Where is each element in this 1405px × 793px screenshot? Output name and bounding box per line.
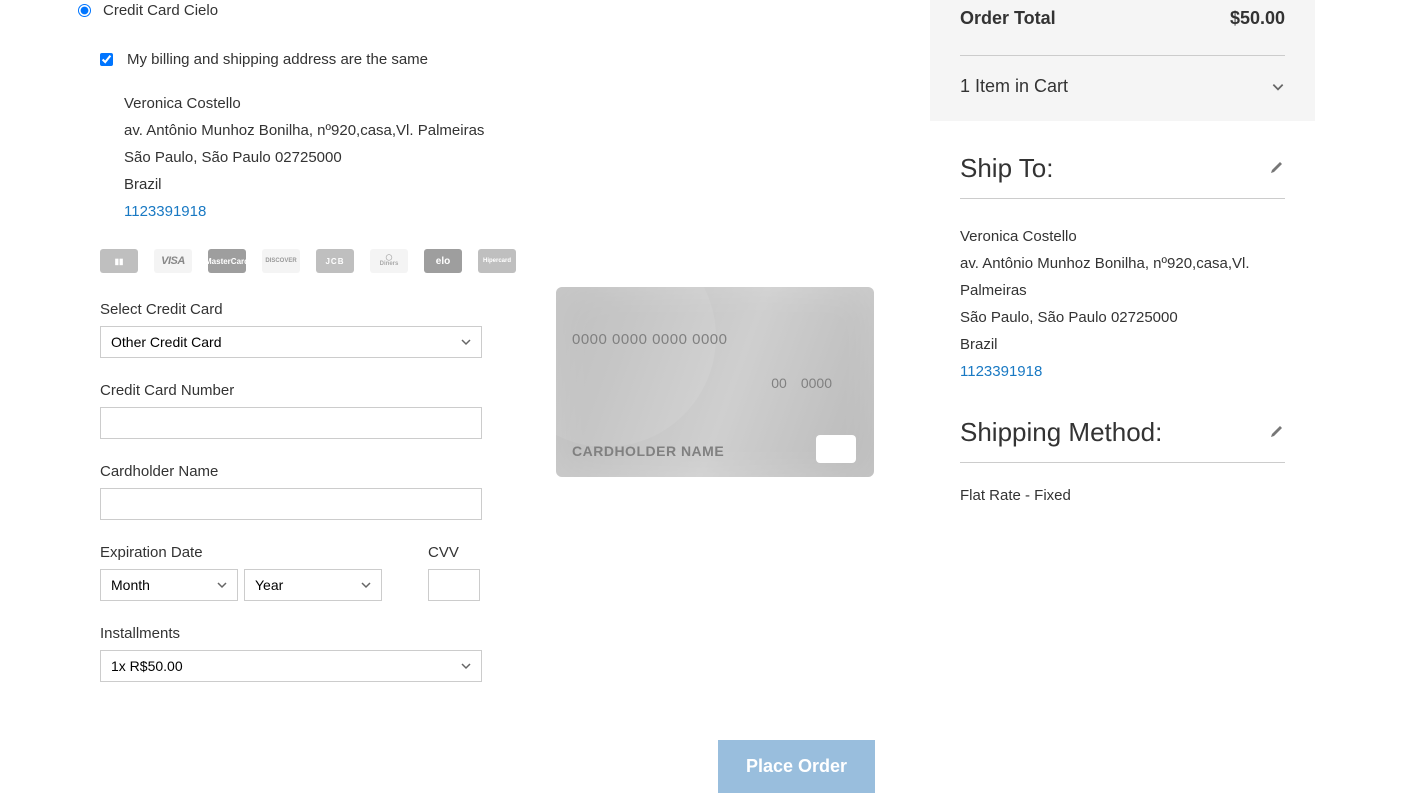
discover-icon: DISCOVER	[262, 249, 300, 273]
pencil-icon	[1269, 159, 1285, 175]
billing-same-label: My billing and shipping address are the …	[127, 51, 428, 68]
edit-shipping-method-button[interactable]	[1269, 423, 1285, 442]
elo-icon: elo	[424, 249, 462, 273]
ship-country: Brazil	[960, 331, 1285, 358]
hipercard-icon: Hipercard	[478, 249, 516, 273]
cardholder-input[interactable]	[100, 488, 482, 520]
card-preview-number: 0000 0000 0000 0000	[572, 331, 727, 348]
installments-dropdown[interactable]: 1x R$50.00	[100, 650, 482, 682]
billing-street: av. Antônio Munhoz Bonilha, nº920,casa,V…	[124, 117, 905, 144]
card-preview-name: CARDHOLDER NAME	[572, 443, 724, 459]
billing-city: São Paulo, São Paulo 02725000	[124, 144, 905, 171]
place-order-button[interactable]: Place Order	[718, 740, 875, 793]
card-preview-exp-yyyy: 0000	[801, 375, 832, 391]
order-total-label: Order Total	[960, 8, 1056, 29]
payment-method-label: Credit Card Cielo	[103, 2, 218, 19]
billing-name: Veronica Costello	[124, 90, 905, 117]
cart-items-label: 1 Item in Cart	[960, 76, 1068, 97]
cart-items-toggle[interactable]: 1 Item in Cart	[960, 55, 1285, 97]
jcb-icon: JCB	[316, 249, 354, 273]
cardholder-label: Cardholder Name	[100, 463, 482, 480]
card-preview-chip	[816, 435, 856, 463]
billing-same-checkbox[interactable]	[100, 53, 113, 66]
card-preview: 0000 0000 0000 0000 00 0000 CARDHOLDER N…	[556, 287, 874, 477]
shipping-method-value: Flat Rate - Fixed	[960, 463, 1285, 504]
exp-year-dropdown[interactable]: Year	[244, 569, 382, 601]
ship-to-heading: Ship To:	[960, 153, 1053, 184]
amex-icon: ▮▮	[100, 249, 138, 273]
chevron-down-icon	[1271, 80, 1285, 94]
payment-method-radio[interactable]	[78, 4, 91, 17]
billing-phone[interactable]: 1123391918	[124, 198, 905, 225]
ship-name: Veronica Costello	[960, 223, 1285, 250]
billing-address: Veronica Costello av. Antônio Munhoz Bon…	[124, 90, 905, 225]
mastercard-icon: MasterCard	[208, 249, 246, 273]
shipping-method-heading: Shipping Method:	[960, 417, 1162, 448]
billing-country: Brazil	[124, 171, 905, 198]
select-card-dropdown[interactable]: Other Credit Card	[100, 326, 482, 358]
select-card-label: Select Credit Card	[100, 301, 482, 318]
exp-label: Expiration Date	[100, 544, 382, 561]
ship-to-address: Veronica Costello av. Antônio Munhoz Bon…	[960, 199, 1285, 385]
ship-street: av. Antônio Munhoz Bonilha, nº920,casa,V…	[960, 250, 1285, 304]
cc-number-input[interactable]	[100, 407, 482, 439]
cvv-input[interactable]	[428, 569, 480, 601]
order-summary-box: Order Total $50.00 1 Item in Cart	[930, 0, 1315, 121]
visa-icon: VISA	[154, 249, 192, 273]
ship-phone[interactable]: 1123391918	[960, 358, 1285, 385]
exp-month-dropdown[interactable]: Month	[100, 569, 238, 601]
cc-number-label: Credit Card Number	[100, 382, 482, 399]
card-brand-row: ▮▮ VISA MasterCard DISCOVER JCB ◯Diners …	[100, 249, 905, 273]
pencil-icon	[1269, 423, 1285, 439]
edit-ship-to-button[interactable]	[1269, 159, 1285, 178]
cvv-label: CVV	[428, 544, 480, 561]
installments-label: Installments	[100, 625, 482, 642]
order-total-value: $50.00	[1230, 8, 1285, 29]
ship-city: São Paulo, São Paulo 02725000	[960, 304, 1285, 331]
diners-icon: ◯Diners	[370, 249, 408, 273]
card-preview-exp-mm: 00	[771, 375, 787, 391]
